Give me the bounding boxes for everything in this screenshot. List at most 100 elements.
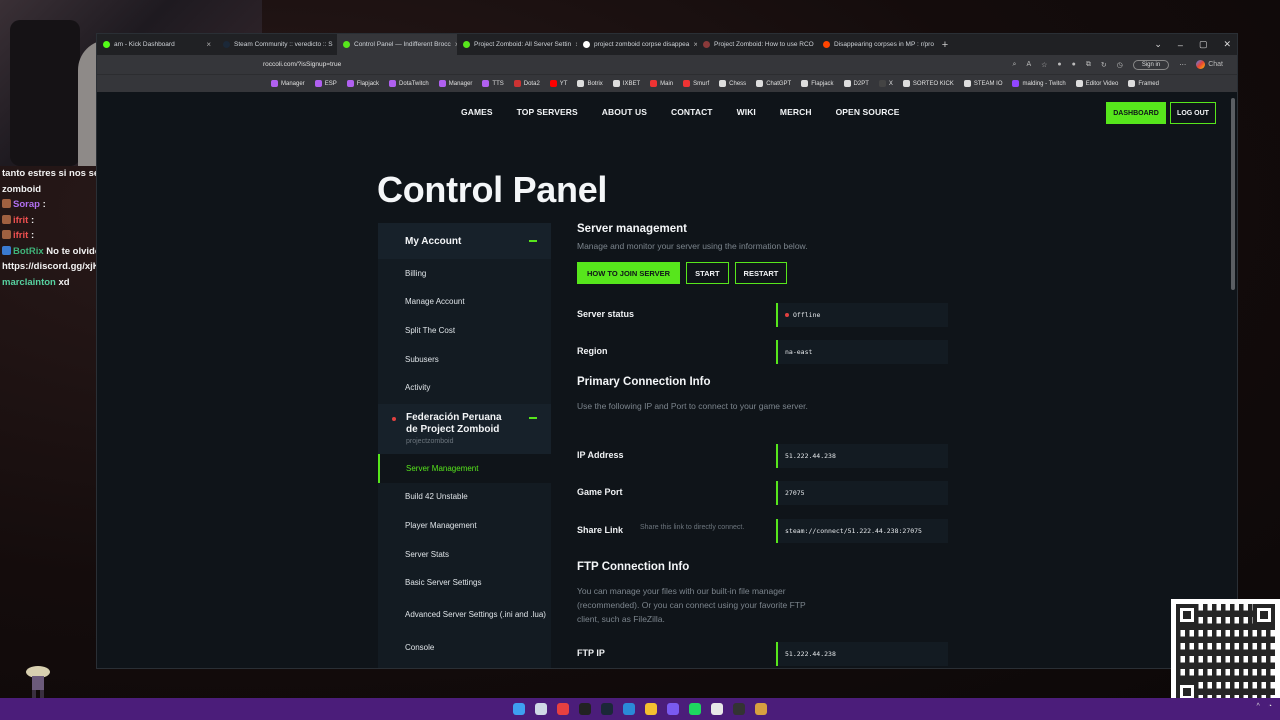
bookmark[interactable]: Smurf: [683, 80, 709, 87]
notepad-icon[interactable]: [711, 703, 723, 715]
bookmark[interactable]: Framed: [1128, 80, 1159, 87]
bookmark[interactable]: Editor Video: [1075, 80, 1118, 87]
start-icon[interactable]: [513, 703, 525, 715]
sidebar-item-player-management[interactable]: Player Management: [378, 511, 551, 540]
restart-button[interactable]: RESTART: [734, 262, 788, 284]
sign-in-button[interactable]: Sign in: [1132, 59, 1170, 70]
bookmark[interactable]: Chess: [719, 80, 746, 87]
region-value[interactable]: na-east: [776, 340, 948, 364]
game-port-value[interactable]: 27075: [776, 481, 948, 505]
ftp-ip-value[interactable]: 51.222.44.238: [776, 642, 948, 666]
sidebar-item-build-42-unstable[interactable]: Build 42 Unstable: [378, 483, 551, 512]
browser-tab[interactable]: project zomboid corpse disappea×: [577, 34, 697, 55]
favorite-icon[interactable]: ☆: [1041, 61, 1047, 69]
history-icon[interactable]: ◷: [1117, 61, 1123, 69]
sidebar-item-activity[interactable]: Activity: [378, 373, 551, 402]
search-icon[interactable]: [535, 703, 547, 715]
bookmark-icon: [683, 80, 691, 87]
nav-wiki[interactable]: WIKI: [737, 107, 756, 117]
read-aloud-icon[interactable]: A: [1026, 61, 1031, 68]
sidebar-item-billing[interactable]: Billing: [378, 259, 551, 288]
bookmark[interactable]: SORTEO KICK: [902, 80, 954, 87]
bookmark[interactable]: D2PT: [843, 80, 869, 87]
bookmark[interactable]: Flapjack: [346, 80, 379, 87]
more-icon[interactable]: ⋯: [1179, 61, 1186, 69]
browser-tab-active[interactable]: Control Panel — Indifferent Brocc×: [337, 34, 457, 55]
nav-open-source[interactable]: OPEN SOURCE: [836, 107, 900, 117]
folder-icon[interactable]: [645, 703, 657, 715]
bookmark[interactable]: ChatGPT: [756, 80, 791, 87]
sidebar-item-split-the-cost[interactable]: Split The Cost: [378, 316, 551, 345]
ip-address-value[interactable]: 51.222.44.238: [776, 444, 948, 468]
collapse-icon[interactable]: [529, 240, 537, 242]
bookmark[interactable]: Main: [650, 80, 673, 87]
close-window-icon[interactable]: ✕: [1223, 39, 1231, 50]
steam-icon[interactable]: [601, 703, 613, 715]
my-account-header[interactable]: My Account: [378, 223, 551, 259]
bookmark[interactable]: Flapjack: [801, 80, 834, 87]
tray-chevron-icon[interactable]: ^: [1256, 703, 1259, 710]
bookmark[interactable]: malding - Twitch: [1012, 80, 1066, 87]
logout-button[interactable]: LOG OUT: [1170, 102, 1216, 124]
app-icon[interactable]: [755, 703, 767, 715]
copilot-chat-button[interactable]: Chat: [1196, 60, 1223, 69]
sidebar-item-console[interactable]: Console: [378, 633, 551, 662]
minimize-icon[interactable]: –: [1178, 40, 1183, 50]
sidebar-item-manage-account[interactable]: Manage Account: [378, 288, 551, 317]
nav-top-servers[interactable]: TOP SERVERS: [517, 107, 578, 117]
edge-icon[interactable]: [623, 703, 635, 715]
sidebar-item-server-stats[interactable]: Server Stats: [378, 540, 551, 569]
scrollbar[interactable]: [1231, 98, 1235, 290]
bookmark[interactable]: YT: [549, 80, 567, 87]
server-actions: HOW TO JOIN SERVER START RESTART: [577, 262, 957, 284]
sidebar-item-subusers[interactable]: Subusers: [378, 345, 551, 374]
dropdown-icon[interactable]: ⌄: [1154, 39, 1162, 50]
close-icon[interactable]: ×: [206, 40, 211, 49]
bookmark[interactable]: DotaTwitch: [389, 80, 429, 87]
bookmark[interactable]: ESP: [314, 80, 337, 87]
site-nav: GAMES TOP SERVERS ABOUT US CONTACT WIKI …: [461, 107, 900, 117]
sidebar-item-basic-server-settings[interactable]: Basic Server Settings: [378, 568, 551, 597]
collapse-icon[interactable]: [529, 416, 537, 419]
obs-icon[interactable]: [733, 703, 745, 715]
share-link-value[interactable]: steam://connect/51.222.44.238:27075: [776, 519, 948, 543]
refresh-icon[interactable]: ↻: [1101, 61, 1107, 69]
sidebar-item-advanced-server-settings[interactable]: Advanced Server Settings (.ini and .lua): [378, 597, 551, 633]
extension-icon[interactable]: ●: [1057, 61, 1061, 68]
bookmark[interactable]: Botrix: [577, 80, 603, 87]
maximize-icon[interactable]: ▢: [1199, 39, 1208, 50]
app-icon[interactable]: [557, 703, 569, 715]
app-icon[interactable]: [579, 703, 591, 715]
new-tab-icon[interactable]: +: [937, 39, 953, 51]
bookmark[interactable]: X: [878, 80, 893, 87]
bookmark-icon: [577, 80, 585, 87]
url-input[interactable]: roccoli.com/?isSignup=true: [97, 61, 1013, 68]
discord-icon[interactable]: [667, 703, 679, 715]
server-header[interactable]: Federación Peruana de Project Zomboid pr…: [378, 403, 551, 454]
bookmark[interactable]: Manager: [438, 80, 472, 87]
nav-merch[interactable]: MERCH: [780, 107, 812, 117]
extensions-icon[interactable]: ⧉: [1086, 61, 1091, 69]
bookmark[interactable]: STEAM IO: [963, 80, 1002, 87]
extension-icon[interactable]: ●: [1072, 61, 1076, 68]
nav-games[interactable]: GAMES: [461, 107, 493, 117]
nav-contact[interactable]: CONTACT: [671, 107, 713, 117]
bookmark[interactable]: TTS: [482, 80, 504, 87]
network-icon[interactable]: ◔: [1268, 703, 1272, 710]
how-to-join-button[interactable]: HOW TO JOIN SERVER: [577, 262, 681, 284]
zoom-icon[interactable]: ⌕: [1013, 61, 1017, 69]
browser-tab[interactable]: Project Zomboid: How to use RCO×: [697, 34, 817, 55]
dashboard-button[interactable]: DASHBOARD: [1106, 102, 1166, 124]
browser-tab[interactable]: Project Zomboid: All Server Settin×: [457, 34, 577, 55]
share-link-row: Share Link Share this link to directly c…: [577, 519, 957, 543]
sidebar-item-server-management[interactable]: Server Management: [378, 453, 551, 483]
bookmark[interactable]: Dota2: [513, 80, 540, 87]
start-button[interactable]: START: [686, 262, 729, 284]
bookmark[interactable]: Manager: [271, 80, 305, 87]
spotify-icon[interactable]: [689, 703, 701, 715]
bookmark[interactable]: IXBET: [612, 80, 640, 87]
nav-about-us[interactable]: ABOUT US: [602, 107, 647, 117]
browser-tab[interactable]: Disappearing corpses in MP : r/pro×: [817, 34, 937, 55]
browser-tab[interactable]: Steam Community :: veredicto :: S×: [217, 34, 337, 55]
browser-tab[interactable]: am - Kick Dashboard ×: [97, 34, 217, 55]
